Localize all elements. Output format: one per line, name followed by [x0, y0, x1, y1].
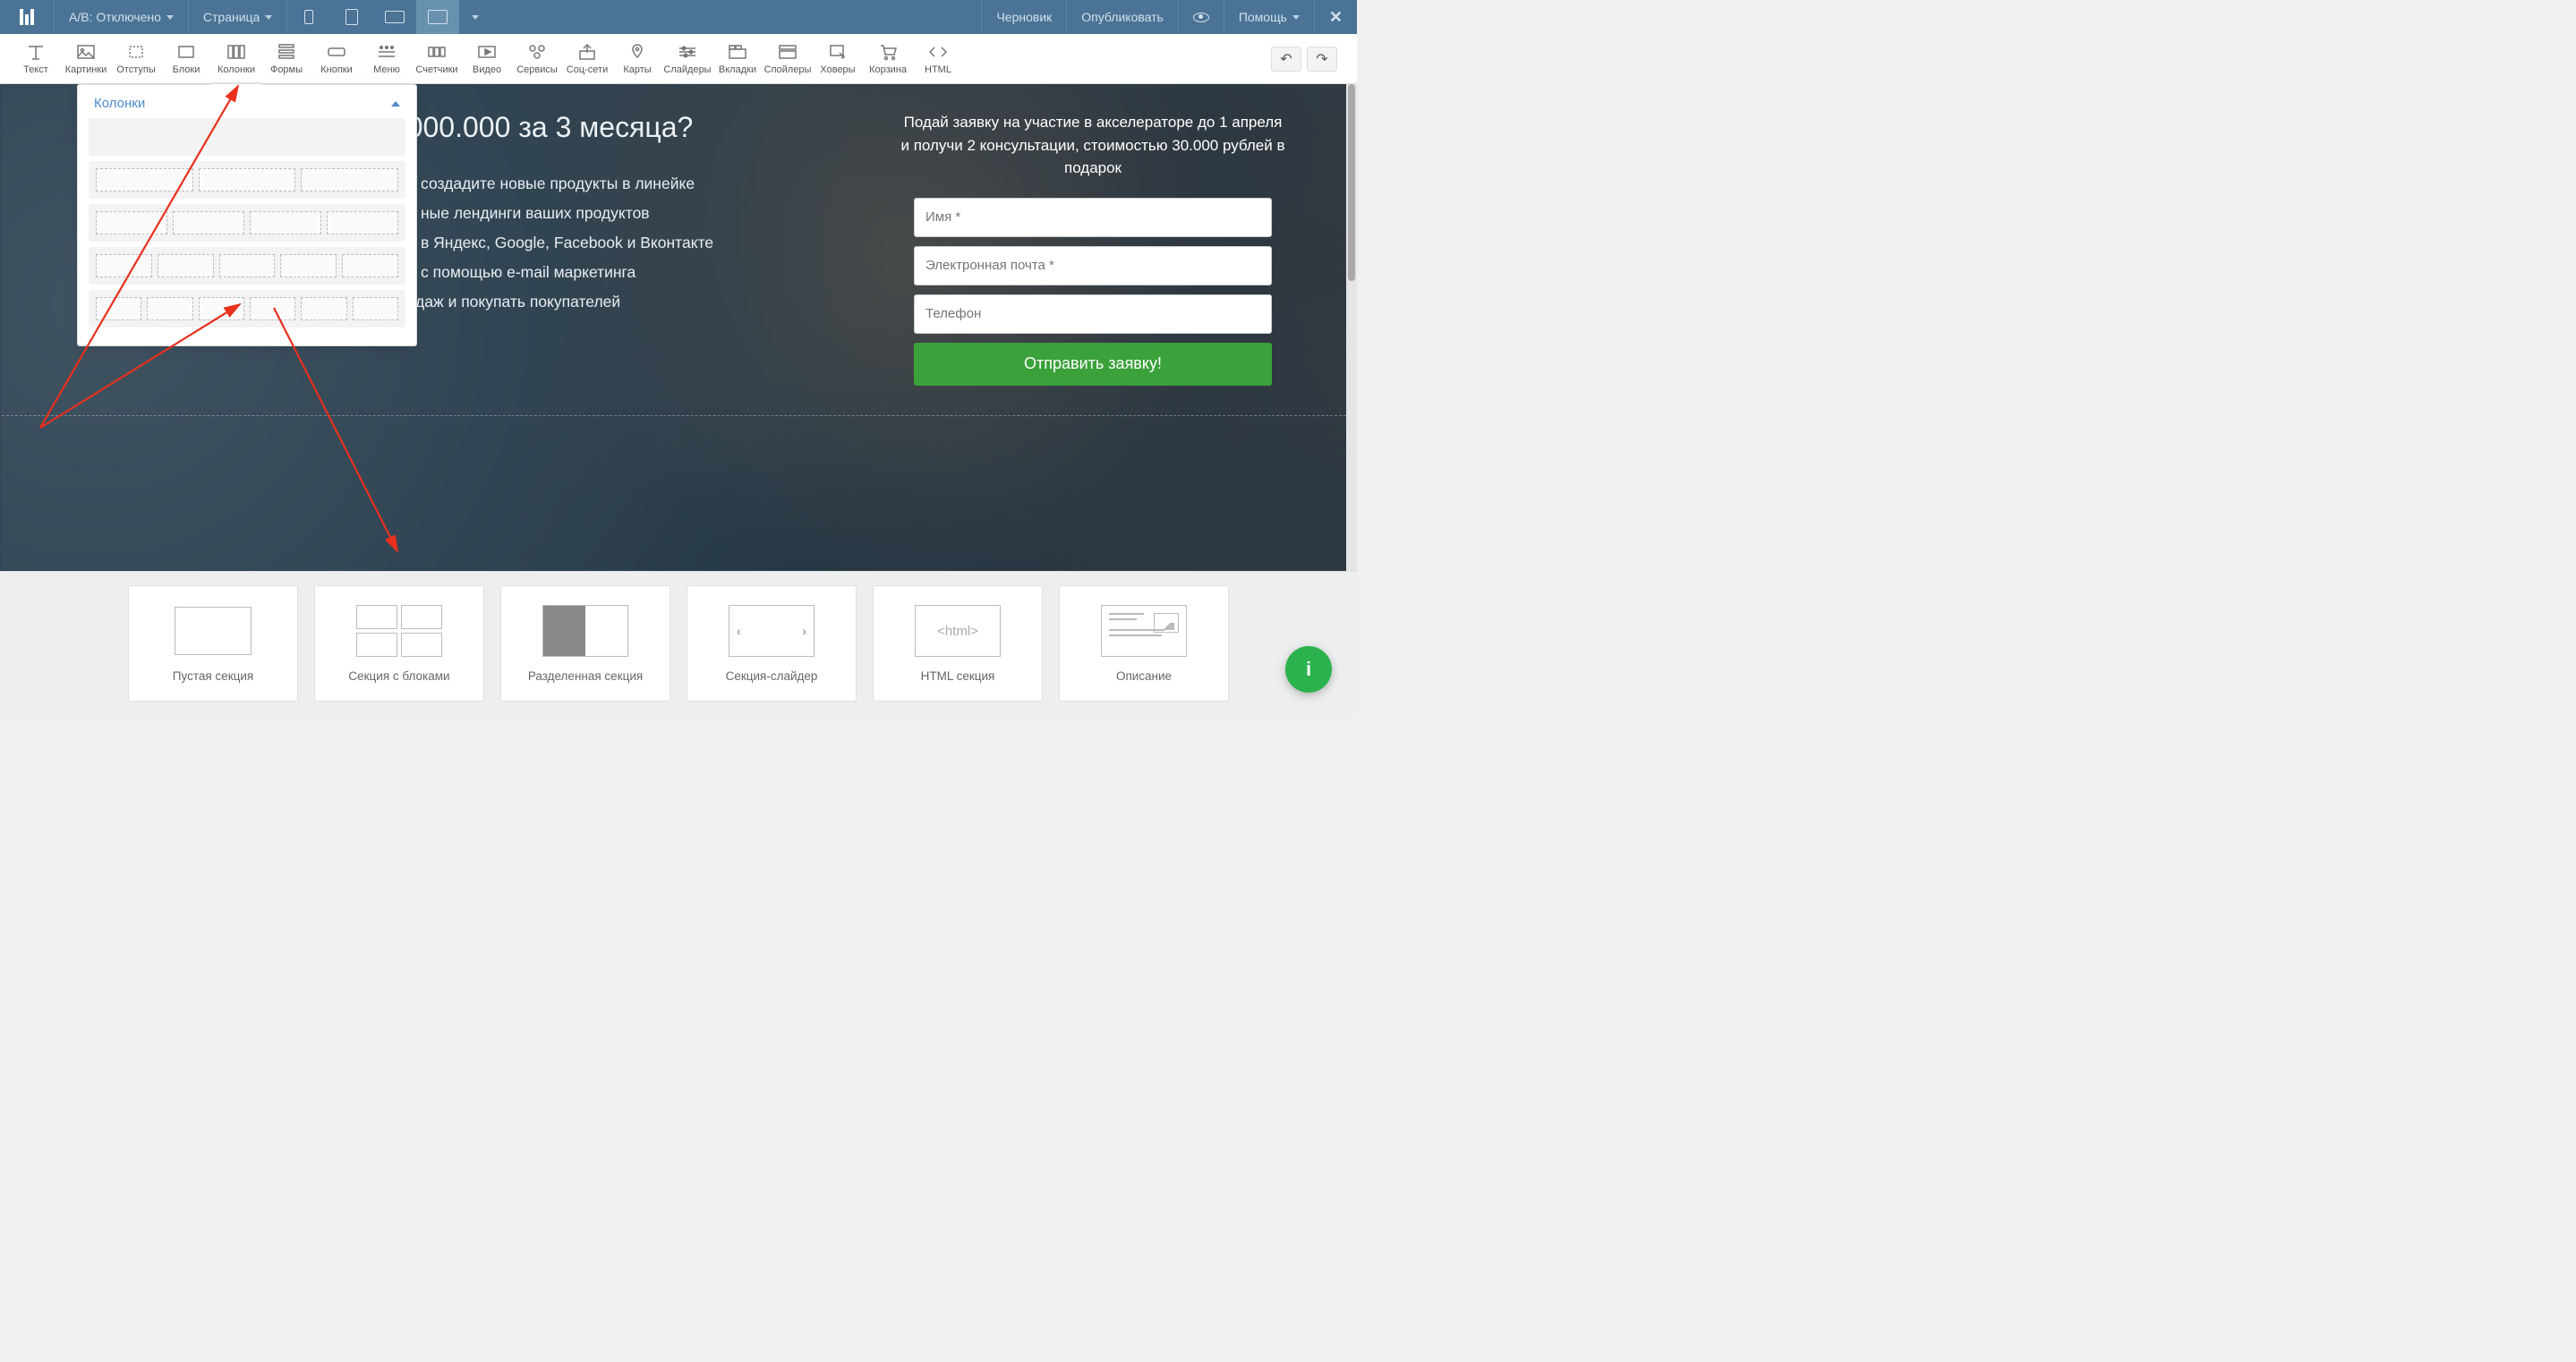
page-menu[interactable]: Страница: [188, 0, 286, 34]
device-desktop-button[interactable]: [416, 0, 459, 34]
cta-lead[interactable]: Подай заявку на участие в акселераторе д…: [900, 111, 1285, 180]
caret-down-icon: [265, 15, 272, 20]
hover-icon: [827, 42, 849, 62]
columns-icon: [226, 42, 247, 62]
code-icon: [927, 42, 949, 62]
signup-form: Отправить заявку!: [914, 198, 1272, 386]
page-label: Страница: [203, 10, 260, 24]
help-menu[interactable]: Помощь: [1224, 0, 1314, 34]
tool-blocks[interactable]: Блоки: [161, 34, 211, 84]
device-tablet-button[interactable]: [330, 0, 373, 34]
tool-maps[interactable]: Карты: [612, 34, 662, 84]
services-icon: [526, 42, 548, 62]
ab-label: A/B: Отключено: [69, 10, 161, 24]
tool-spoilers[interactable]: Спойлеры: [763, 34, 813, 84]
tool-social[interactable]: Соц-сети: [562, 34, 612, 84]
help-fab[interactable]: i: [1285, 646, 1332, 693]
info-icon: i: [1306, 658, 1311, 681]
columns-option-5[interactable]: [89, 247, 405, 285]
columns-option-4[interactable]: [89, 204, 405, 242]
slider-icon: [677, 42, 698, 62]
name-input[interactable]: [914, 198, 1272, 237]
spacing-icon: [125, 42, 147, 62]
redo-button[interactable]: ↷: [1307, 47, 1337, 72]
scrollbar-thumb[interactable]: [1348, 84, 1355, 281]
tool-cart[interactable]: Корзина: [863, 34, 913, 84]
device-laptop-button[interactable]: [373, 0, 416, 34]
section-html[interactable]: <html>HTML секция: [873, 585, 1043, 702]
caret-down-icon: [472, 15, 479, 20]
tool-html[interactable]: HTML: [913, 34, 963, 84]
tool-sliders[interactable]: Слайдеры: [662, 34, 712, 84]
section-empty[interactable]: Пустая секция: [128, 585, 298, 702]
undo-icon: ↶: [1280, 50, 1292, 68]
columns-option-6[interactable]: [89, 290, 405, 328]
tool-video[interactable]: Видео: [462, 34, 512, 84]
publish-button[interactable]: Опубликовать: [1066, 0, 1178, 34]
video-icon: [476, 42, 498, 62]
tool-forms[interactable]: Формы: [261, 34, 311, 84]
menu-icon: [376, 42, 397, 62]
text-icon: [25, 42, 47, 62]
close-button[interactable]: ✕: [1314, 0, 1357, 34]
tool-columns[interactable]: Колонки: [211, 34, 261, 84]
tool-text[interactable]: Текст: [11, 34, 61, 84]
phone-input[interactable]: [914, 294, 1272, 334]
device-more-button[interactable]: [459, 0, 486, 34]
tool-images[interactable]: Картинки: [61, 34, 111, 84]
cart-icon: [877, 42, 899, 62]
submit-button[interactable]: Отправить заявку!: [914, 343, 1272, 386]
device-switcher: [286, 0, 486, 34]
chevron-right-icon: ›: [803, 625, 807, 638]
caret-down-icon: [1292, 15, 1300, 20]
top-bar: A/B: Отключено Страница Черновик Опублик…: [0, 0, 1357, 34]
section-chooser: Пустая секция Секция с блоками Разделенн…: [0, 571, 1357, 714]
email-input[interactable]: [914, 246, 1272, 285]
tool-spacing[interactable]: Отступы: [111, 34, 161, 84]
columns-option-2[interactable]: [89, 118, 405, 156]
tool-hovers[interactable]: Ховеры: [813, 34, 863, 84]
caret-down-icon: [166, 15, 174, 20]
section-blocks[interactable]: Секция с блоками: [314, 585, 484, 702]
button-icon: [326, 42, 347, 62]
ab-toggle[interactable]: A/B: Отключено: [54, 0, 188, 34]
desktop-icon: [428, 10, 448, 24]
image-icon: [75, 42, 97, 62]
counter-icon: [426, 42, 448, 62]
tool-buttons[interactable]: Кнопки: [311, 34, 362, 84]
columns-title: Колонки: [94, 96, 145, 111]
tool-menu[interactable]: Меню: [362, 34, 412, 84]
tool-services[interactable]: Сервисы: [512, 34, 562, 84]
spoiler-icon: [777, 42, 798, 62]
close-icon: ✕: [1329, 8, 1343, 27]
section-split[interactable]: Разделенная секция: [500, 585, 670, 702]
mobile-icon: [304, 10, 313, 24]
map-pin-icon: [627, 42, 648, 62]
chevron-left-icon: ‹: [737, 625, 741, 638]
device-mobile-button[interactable]: [287, 0, 330, 34]
block-icon: [175, 42, 197, 62]
insert-guide[interactable]: [2, 415, 1346, 417]
tool-tabs[interactable]: Вкладки: [712, 34, 763, 84]
share-icon: [576, 42, 598, 62]
section-description[interactable]: Описание: [1059, 585, 1229, 702]
columns-option-3[interactable]: [89, 161, 405, 199]
redo-icon: ↷: [1316, 50, 1327, 68]
scrollbar[interactable]: [1346, 84, 1357, 571]
columns-dropdown: Колонки: [77, 84, 417, 346]
chevron-up-icon[interactable]: [391, 101, 400, 106]
form-icon: [276, 42, 297, 62]
logo[interactable]: [0, 9, 54, 25]
preview-button[interactable]: [1178, 0, 1224, 34]
undo-button[interactable]: ↶: [1271, 47, 1301, 72]
tabs-icon: [727, 42, 748, 62]
section-slider[interactable]: ‹›Секция-слайдер: [687, 585, 857, 702]
tablet-icon: [345, 9, 358, 25]
laptop-icon: [385, 11, 405, 23]
eye-icon: [1193, 13, 1209, 22]
tool-counters[interactable]: Счетчики: [412, 34, 462, 84]
draft-label: Черновик: [981, 0, 1066, 34]
toolbar: Текст Картинки Отступы Блоки Колонки Фор…: [0, 34, 1357, 84]
